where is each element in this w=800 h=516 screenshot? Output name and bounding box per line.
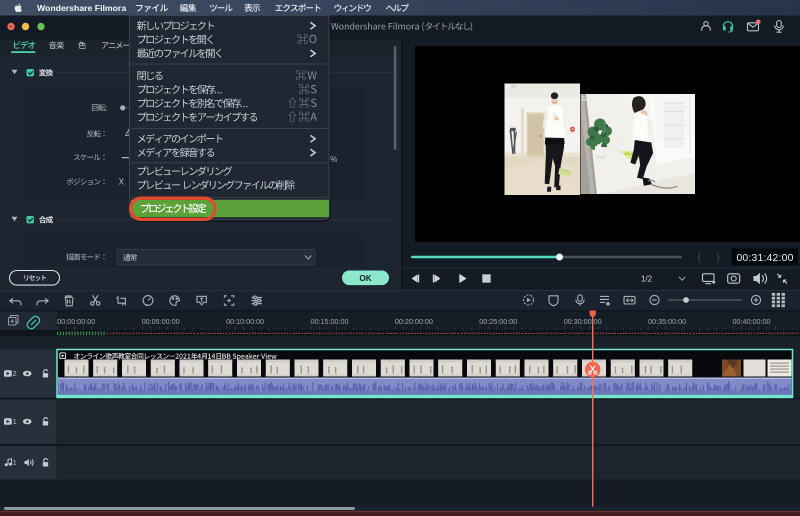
svg-text:00:25:00:00: 00:25:00:00 [479, 317, 517, 326]
svg-text:00:10:00:00: 00:10:00:00 [226, 317, 264, 326]
svg-text:2: 2 [13, 371, 17, 378]
svg-text:1: 1 [13, 460, 17, 467]
svg-text:1: 1 [13, 419, 17, 426]
svg-text:00:40:00:00: 00:40:00:00 [733, 317, 771, 326]
svg-text:Wondershare Filmora: Wondershare Filmora [37, 3, 126, 13]
svg-text:00:15:00:00: 00:15:00:00 [311, 317, 349, 326]
svg-text:X: X [119, 178, 125, 187]
svg-text:%: % [330, 155, 337, 164]
svg-text:00:35:00:00: 00:35:00:00 [648, 317, 686, 326]
svg-text:00:20:00:00: 00:20:00:00 [395, 317, 433, 326]
svg-text:1/2: 1/2 [641, 274, 653, 283]
svg-text:00:31:42:00: 00:31:42:00 [736, 253, 793, 264]
svg-text:00:05:00:00: 00:05:00:00 [142, 317, 180, 326]
svg-text:OK: OK [359, 274, 371, 283]
svg-text:00:30:00:00: 00:30:00:00 [564, 317, 602, 326]
svg-text:00:00:00:00: 00:00:00:00 [57, 317, 95, 326]
